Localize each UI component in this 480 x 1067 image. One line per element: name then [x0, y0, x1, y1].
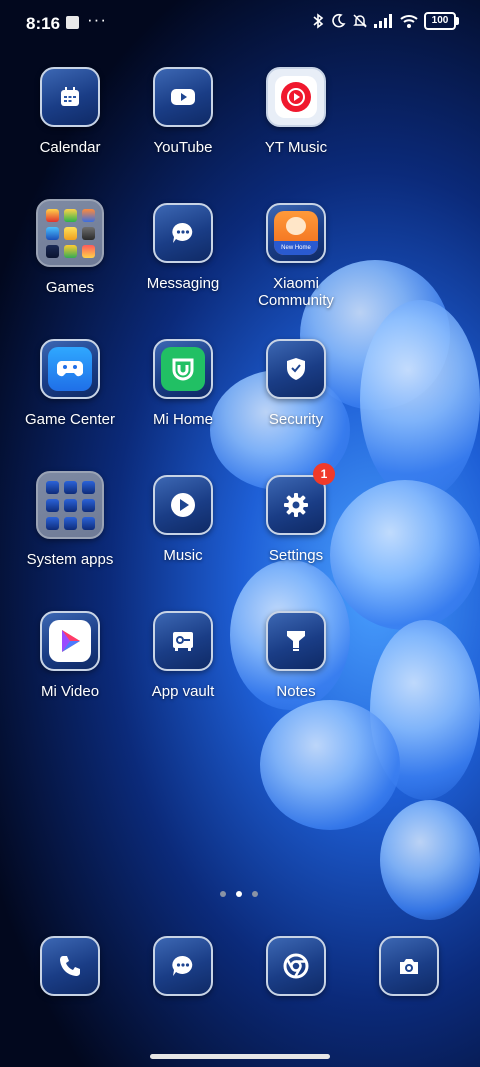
mi-home-icon — [153, 339, 213, 399]
app-security[interactable]: Security — [240, 339, 352, 428]
app-folder-games[interactable]: Games — [14, 199, 126, 296]
app-messaging[interactable]: Messaging — [127, 203, 239, 292]
app-label: System apps — [26, 551, 114, 568]
camera-icon — [379, 936, 439, 996]
page-dot[interactable] — [252, 891, 258, 897]
wifi-icon — [400, 15, 418, 28]
page-dot-current[interactable] — [236, 891, 242, 897]
music-icon — [153, 475, 213, 535]
notification-icon — [66, 16, 79, 29]
muted-bell-icon — [353, 14, 367, 28]
app-game-center[interactable]: Game Center — [14, 339, 126, 428]
phone-icon — [40, 936, 100, 996]
app-mi-home[interactable]: Mi Home — [127, 339, 239, 428]
app-label: Xiaomi Community — [258, 275, 334, 309]
app-label: Settings — [268, 547, 324, 564]
app-label: Games — [45, 279, 95, 296]
app-xiaomi-community[interactable]: New Home Xiaomi Community — [240, 203, 352, 309]
app-mi-video[interactable]: Mi Video — [14, 611, 126, 700]
calendar-icon — [40, 67, 100, 127]
app-label: Game Center — [24, 411, 116, 428]
messaging-icon — [153, 936, 213, 996]
app-label: YT Music — [264, 139, 328, 156]
clock: 8:16 — [26, 14, 61, 33]
more-notifications-icon: ··· — [87, 10, 107, 29]
dnd-moon-icon — [332, 13, 346, 28]
app-notes[interactable]: Notes — [240, 611, 352, 700]
messaging-icon — [153, 203, 213, 263]
mi-video-icon — [40, 611, 100, 671]
dock-messaging[interactable] — [127, 936, 239, 996]
notes-icon — [266, 611, 326, 671]
page-dot[interactable] — [220, 891, 226, 897]
app-label: Notes — [276, 683, 316, 700]
app-label: Security — [268, 411, 324, 428]
game-center-icon — [40, 339, 100, 399]
dock-chrome[interactable] — [240, 936, 352, 996]
battery-icon: 100 — [424, 12, 459, 30]
app-label: Music — [163, 547, 203, 564]
xiaomi-community-icon: New Home — [266, 203, 326, 263]
page-indicator[interactable] — [220, 891, 258, 897]
app-app-vault[interactable]: App vault — [127, 611, 239, 700]
chrome-icon — [266, 936, 326, 996]
app-settings[interactable]: 1 Settings — [240, 463, 352, 564]
app-youtube[interactable]: YouTube — [127, 67, 239, 156]
app-vault-icon — [153, 611, 213, 671]
bluetooth-icon — [313, 13, 324, 29]
dock-camera[interactable] — [353, 936, 465, 996]
security-icon — [266, 339, 326, 399]
notification-badge: 1 — [313, 463, 335, 485]
app-label: Messaging — [146, 275, 220, 292]
app-yt-music[interactable]: YT Music — [240, 67, 352, 156]
app-music[interactable]: Music — [127, 475, 239, 564]
gesture-home-bar[interactable] — [150, 1054, 330, 1059]
app-calendar[interactable]: Calendar — [14, 67, 126, 156]
status-bar: 8:16 ··· 100 — [0, 0, 480, 46]
dock-phone[interactable] — [14, 936, 126, 996]
youtube-icon — [153, 67, 213, 127]
signal-icon — [374, 14, 392, 28]
community-banner: New Home — [274, 241, 318, 255]
yt-music-icon — [266, 67, 326, 127]
app-label: Mi Home — [152, 411, 213, 428]
app-label: Calendar — [39, 139, 101, 156]
folder-icon — [36, 471, 104, 539]
app-folder-system-apps[interactable]: System apps — [14, 471, 126, 568]
app-label: YouTube — [153, 139, 213, 156]
folder-icon — [36, 199, 104, 267]
settings-icon: 1 — [266, 463, 335, 535]
app-label: App vault — [151, 683, 215, 700]
app-label: Mi Video — [40, 683, 100, 700]
